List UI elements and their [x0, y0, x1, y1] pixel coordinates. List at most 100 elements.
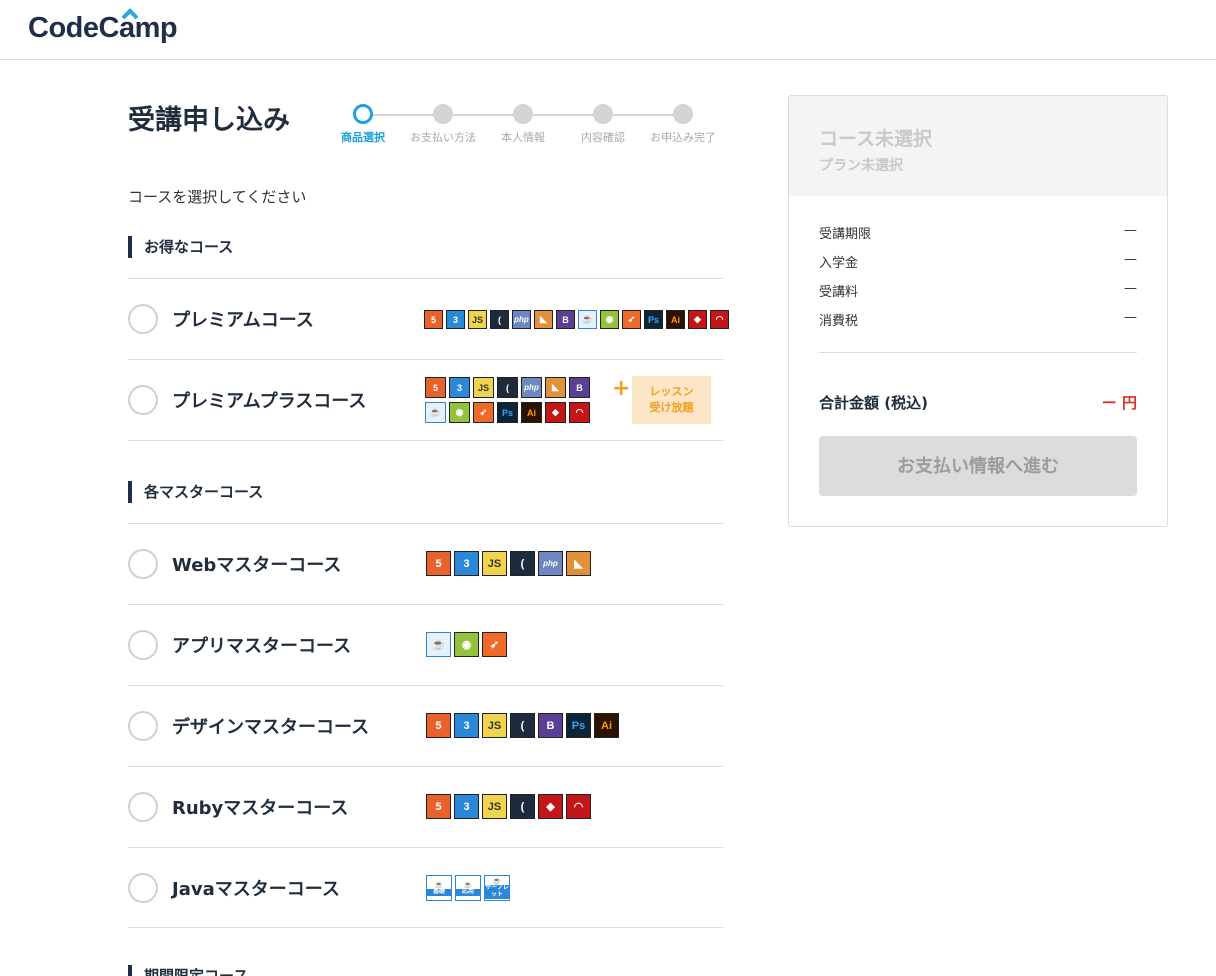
course-row-ruby[interactable]: Rubyマスターコース 5 3 JS ( ◆ ◠	[128, 766, 723, 847]
html5-icon: 5	[426, 794, 451, 819]
chevron-up-icon	[121, 8, 139, 20]
java-advanced-icon: ☕ 応用	[455, 875, 481, 901]
summary-row-period: 受講期限 —	[819, 223, 1137, 242]
logo-text-start: CodeC	[28, 12, 119, 44]
bootstrap-icon: B	[538, 713, 563, 738]
order-summary-panel: コース未選択 プラン未選択 受講期限 — 入学金 — 受講料 — 消費税 — 合…	[788, 95, 1168, 527]
ruby-icon: ◆	[545, 402, 566, 423]
jquery-icon: (	[490, 310, 509, 329]
step-label: お申込み完了	[650, 131, 716, 144]
row-value: —	[1124, 223, 1137, 238]
plus-sign: +	[612, 376, 631, 401]
course-name: プレミアムコース	[172, 310, 314, 331]
selected-plan: プラン未選択	[819, 158, 903, 174]
sass-icon: ◣	[534, 310, 553, 329]
css3-icon: 3	[454, 713, 479, 738]
badge-label: 基礎	[427, 888, 451, 896]
rails-icon: ◠	[566, 794, 591, 819]
row-label: 受講期限	[819, 227, 872, 242]
radio-button[interactable]	[128, 792, 158, 822]
bootstrap-icon: B	[569, 377, 590, 398]
java-cup-glyph: ☕	[463, 881, 473, 889]
instruction-text: コースを選択してください	[128, 188, 307, 206]
section-heading-deals: お得なコース	[128, 236, 233, 258]
codecamp-logo[interactable]: CodeCa mp	[28, 8, 178, 45]
radio-button[interactable]	[128, 549, 158, 579]
selected-course: コース未選択	[819, 128, 933, 150]
radio-button[interactable]	[128, 304, 158, 334]
css3-icon: 3	[446, 310, 465, 329]
course-row-design[interactable]: デザインマスターコース 5 3 JS ( B Ps Ai	[128, 685, 723, 766]
step-payment-method: お支払い方法	[403, 104, 483, 145]
row-value: —	[1124, 281, 1137, 296]
javascript-icon: JS	[473, 377, 494, 398]
javascript-icon: JS	[482, 713, 507, 738]
course-row-premium-plus[interactable]: プレミアムプラスコース 5 3 JS ( php ◣ B ☕ ◉ ➶ Ps Ai…	[128, 359, 723, 440]
swift-icon: ➶	[622, 310, 641, 329]
ruby-icon: ◆	[538, 794, 563, 819]
site-header: CodeCa mp	[0, 0, 1216, 60]
progress-steps: 商品選択 お支払い方法 本人情報 内容確認 お申込み完了	[340, 104, 740, 148]
badge-line: レッスン	[649, 385, 694, 398]
course-name: Webマスターコース	[172, 555, 342, 576]
radio-button[interactable]	[128, 630, 158, 660]
step-label: お支払い方法	[410, 131, 476, 144]
android-icon: ◉	[454, 632, 479, 657]
swift-icon: ➶	[473, 402, 494, 423]
logo-text-end: mp	[134, 12, 178, 44]
html5-icon: 5	[426, 713, 451, 738]
course-name: デザインマスターコース	[172, 717, 370, 738]
jquery-icon: (	[510, 794, 535, 819]
illustrator-icon: Ai	[594, 713, 619, 738]
course-name: Javaマスターコース	[172, 879, 340, 900]
photoshop-icon: Ps	[644, 310, 663, 329]
course-icons: ☕ 基礎 ☕ 応用 ☕ サーブレット	[426, 875, 510, 901]
photoshop-icon: Ps	[566, 713, 591, 738]
badge-line: 受け放題	[649, 401, 694, 414]
step-label: 本人情報	[501, 131, 545, 144]
course-icons: ☕ ◉ ➶	[426, 632, 507, 657]
summary-row-tuition: 受講料 —	[819, 281, 1137, 300]
course-row-java[interactable]: Javaマスターコース ☕ 基礎 ☕ 応用 ☕ サーブレット	[128, 847, 723, 928]
ruby-icon: ◆	[688, 310, 707, 329]
illustrator-icon: Ai	[666, 310, 685, 329]
illustrator-icon: Ai	[521, 402, 542, 423]
sass-icon: ◣	[545, 377, 566, 398]
java-cup-glyph: ☕	[434, 881, 444, 889]
java-icon: ☕	[578, 310, 597, 329]
radio-button[interactable]	[128, 873, 158, 903]
badge-label: 応用	[456, 888, 480, 896]
row-value: —	[1124, 252, 1137, 267]
sass-icon: ◣	[566, 551, 591, 576]
course-icons: 5 3 JS ( B Ps Ai	[426, 713, 619, 738]
step-confirm: 内容確認	[563, 104, 643, 145]
course-name: プレミアムプラスコース	[172, 391, 367, 412]
css3-icon: 3	[449, 377, 470, 398]
radio-button[interactable]	[128, 711, 158, 741]
php-icon: php	[521, 377, 542, 398]
course-icons: 5 3 JS ( php ◣	[426, 551, 591, 576]
html5-icon: 5	[426, 551, 451, 576]
javascript-icon: JS	[468, 310, 487, 329]
section-heading-limited: 期間限定コース	[128, 965, 248, 976]
row-value: —	[1124, 310, 1137, 325]
rails-icon: ◠	[569, 402, 590, 423]
page-title: 受講申し込み	[128, 105, 290, 136]
section-heading-masters: 各マスターコース	[128, 481, 263, 503]
step-personal-info: 本人情報	[483, 104, 563, 145]
row-label: 消費税	[819, 314, 859, 329]
java-icon: ☕	[426, 632, 451, 657]
radio-button[interactable]	[128, 385, 158, 415]
android-icon: ◉	[600, 310, 619, 329]
course-icons: 5 3 JS ( php ◣ B ☕ ◉ ➶ Ps Ai ◆ ◠	[425, 377, 607, 423]
step-product-select: 商品選択	[323, 104, 403, 145]
css3-icon: 3	[454, 551, 479, 576]
proceed-to-payment-button[interactable]: お支払い情報へ進む	[819, 436, 1137, 496]
course-row-web[interactable]: Webマスターコース 5 3 JS ( php ◣	[128, 523, 723, 604]
row-label: 入学金	[819, 256, 859, 271]
course-row-app[interactable]: アプリマスターコース ☕ ◉ ➶	[128, 604, 723, 685]
java-basic-icon: ☕ 基礎	[426, 875, 452, 901]
java-servlet-icon: ☕ サーブレット	[484, 875, 510, 901]
step-label: 商品選択	[341, 131, 385, 144]
course-row-premium[interactable]: プレミアムコース 5 3 JS ( php ◣ B ☕ ◉ ➶ Ps Ai ◆ …	[128, 278, 729, 359]
